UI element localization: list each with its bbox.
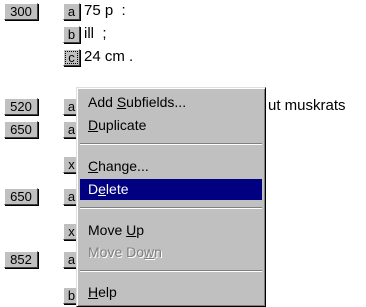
menu-item-move-down: Move Down: [88, 244, 162, 260]
subfield-text[interactable]: 24 cm .: [84, 48, 133, 66]
field-tag-button[interactable]: 650: [4, 188, 38, 205]
subfield-text[interactable]: 75 p :: [84, 2, 126, 20]
menu-item-add-subfields[interactable]: Add Subfields...: [80, 92, 262, 113]
subfield-text[interactable]: ut muskrats: [268, 97, 346, 115]
menu-item-move-up[interactable]: Move Up: [80, 220, 262, 241]
subfield-code-button[interactable]: c: [63, 49, 80, 66]
menu-separator: [80, 143, 262, 145]
subfield-code-button[interactable]: b: [63, 26, 80, 43]
menu-item-duplicate[interactable]: Duplicate: [80, 115, 262, 136]
menu-item-change[interactable]: Change...: [80, 156, 262, 177]
field-tag-button[interactable]: 650: [4, 121, 38, 138]
field-tag-button[interactable]: 852: [4, 251, 38, 268]
subfield-code-button[interactable]: a: [63, 3, 80, 20]
menu-item-delete[interactable]: Delete: [80, 179, 262, 200]
field-tag-button[interactable]: 520: [4, 98, 38, 115]
menu-separator: [80, 270, 262, 272]
context-menu: Add Subfields... Duplicate Change... Del…: [76, 87, 266, 307]
menu-separator: [80, 207, 262, 209]
field-tag-button[interactable]: 300: [4, 3, 38, 20]
subfield-text[interactable]: ill ;: [84, 25, 107, 43]
menu-item-help[interactable]: Help: [80, 282, 262, 303]
